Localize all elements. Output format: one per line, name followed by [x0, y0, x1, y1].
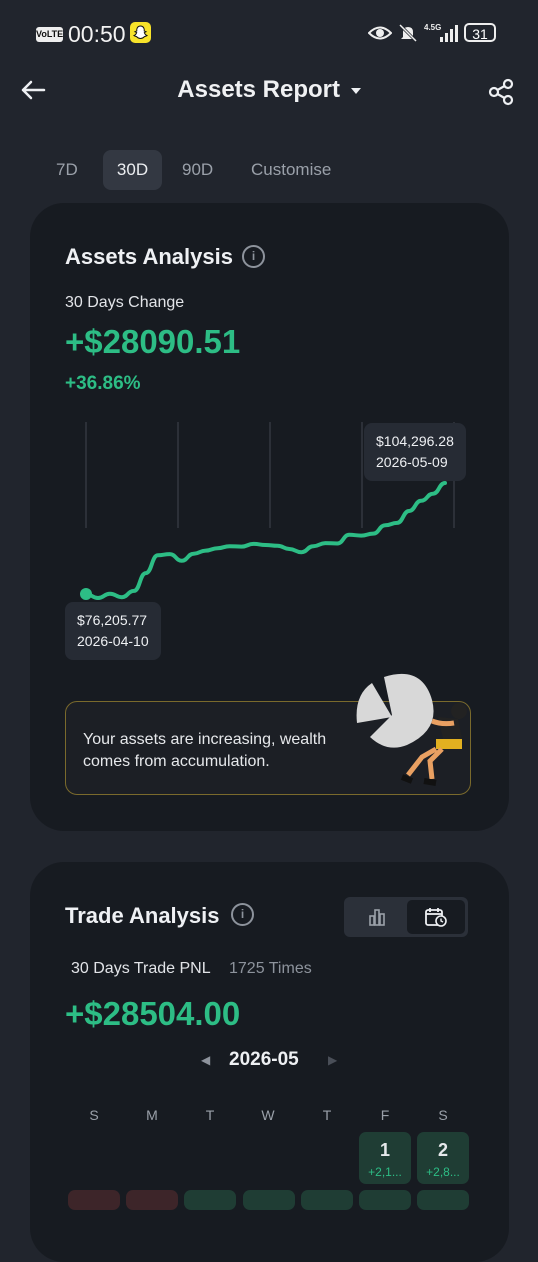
day-number: 1 — [379, 1140, 390, 1160]
high-date: 2026-05-09 — [376, 454, 448, 470]
low-value: $76,205.77 — [77, 612, 148, 628]
day-pnl: +2,8... — [426, 1165, 460, 1179]
trade-times: 1725 Times — [229, 960, 312, 977]
calendar-view-button[interactable] — [407, 900, 465, 934]
weekday-tue: T — [205, 1107, 215, 1123]
day-pnl: +2,1... — [368, 1165, 402, 1179]
calendar-day[interactable] — [68, 1190, 120, 1210]
month-label: 2026-05 — [229, 1049, 299, 1070]
weekday-sun: S — [89, 1107, 99, 1123]
calendar-clock-icon — [425, 908, 447, 927]
weekday-sat: S — [438, 1107, 448, 1123]
calendar-day[interactable] — [301, 1190, 353, 1210]
pnl-label: 30 Days Trade PNL — [71, 960, 211, 977]
weekday-wed: W — [261, 1107, 275, 1123]
weekday-fri: F — [380, 1107, 390, 1123]
high-value-tooltip: $104,296.28 2026-05-09 — [364, 423, 466, 481]
calendar-day[interactable] — [359, 1190, 411, 1210]
low-value-tooltip: $76,205.77 2026-04-10 — [65, 602, 161, 660]
start-point — [80, 588, 92, 601]
weekday-thu: T — [322, 1107, 332, 1123]
day-number: 2 — [437, 1140, 448, 1160]
view-toggle — [344, 897, 468, 937]
calendar-day[interactable] — [243, 1190, 295, 1210]
calendar-day[interactable] — [417, 1190, 469, 1210]
low-date: 2026-04-10 — [77, 633, 149, 649]
calendar-day[interactable] — [184, 1190, 236, 1210]
next-month-icon[interactable]: ▶ — [328, 1053, 337, 1067]
assets-series-line — [84, 481, 447, 600]
bar-chart-icon — [369, 909, 385, 926]
high-value: $104,296.28 — [376, 433, 454, 449]
calendar-day[interactable]: 1 +2,1... — [359, 1132, 411, 1184]
assets-message: Your assets are increasing, wealth comes… — [83, 731, 327, 770]
pie-chart-person-illustration — [356, 673, 467, 786]
weekday-mon: M — [146, 1107, 158, 1123]
pnl-value: +$28504.00 — [65, 995, 241, 1032]
bar-chart-view-button[interactable] — [347, 900, 405, 934]
trade-analysis-title: Trade Analysis — [65, 903, 220, 928]
prev-month-icon[interactable]: ◀ — [201, 1053, 210, 1067]
trade-info-icon[interactable]: i — [231, 903, 254, 926]
calendar-day[interactable]: 2 +2,8... — [417, 1132, 469, 1184]
calendar-day[interactable] — [126, 1190, 178, 1210]
